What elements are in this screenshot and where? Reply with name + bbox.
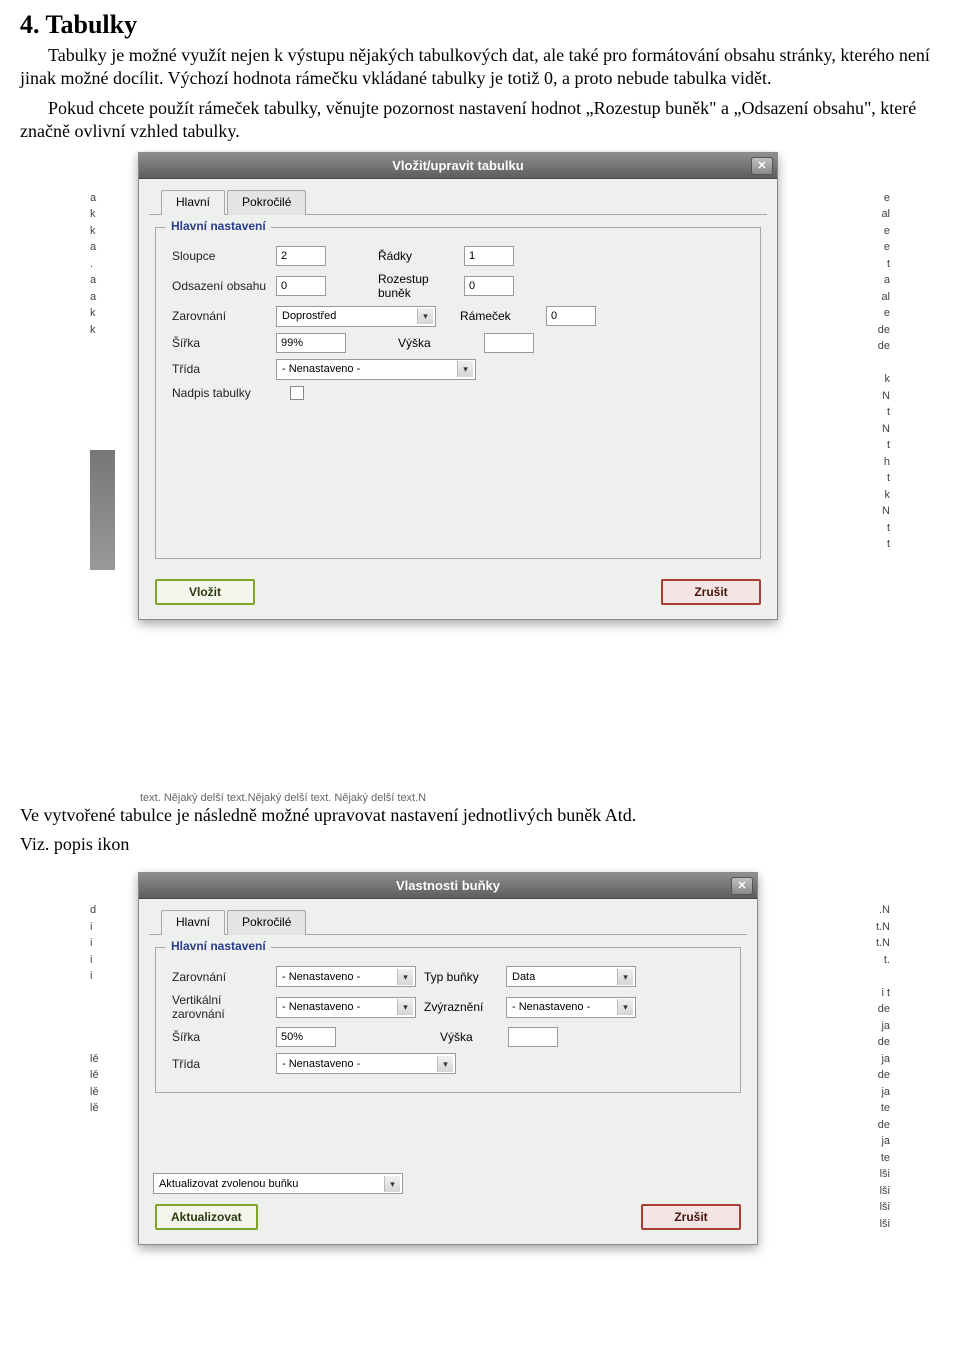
chevron-down-icon: ▾ — [397, 999, 413, 1015]
dialog-button-row: Vložit Zrušit — [139, 569, 777, 619]
padding-input[interactable] — [276, 276, 326, 296]
dialog-tabs-2: Hlavní Pokročilé — [149, 899, 747, 935]
height-input[interactable] — [484, 333, 534, 353]
valign-value: - Nenastaveno - — [282, 1001, 360, 1013]
cell-class-label: Třída — [172, 1057, 268, 1071]
border-label: Rámeček — [460, 309, 538, 323]
insert-button[interactable]: Vložit — [155, 579, 255, 605]
tab-main-2[interactable]: Hlavní — [161, 910, 225, 935]
cell-class-select[interactable]: - Nenastaveno - ▾ — [276, 1053, 456, 1074]
highlight-value: - Nenastaveno - — [512, 1001, 590, 1013]
paragraph-2: Pokud chcete použít rámeček tabulky, věn… — [20, 97, 940, 144]
bg-left-fragments: a k k a . a a k k — [90, 190, 115, 487]
align-label: Zarovnání — [172, 309, 268, 323]
chevron-down-icon: ▾ — [384, 1176, 400, 1192]
fieldset-legend-2: Hlavní nastavení — [166, 939, 271, 953]
main-settings-fieldset: Hlavní nastavení Sloupce Řádky Odsazení … — [155, 227, 761, 559]
screenshot-area-2: d i i i i lě lě lě lě .N t.N t.N t. i t … — [90, 862, 890, 1292]
width-input[interactable] — [276, 333, 346, 353]
chevron-down-icon: ▾ — [397, 969, 413, 985]
chevron-down-icon: ▾ — [617, 999, 633, 1015]
cell-align-value: - Nenastaveno - — [282, 971, 360, 983]
update-button[interactable]: Aktualizovat — [155, 1204, 258, 1230]
valign-label: Vertikální zarovnání — [172, 993, 268, 1021]
dialog-titlebar-2: Vlastnosti buňky ✕ — [139, 873, 757, 899]
background-bottom-text: text. Nějaký delší text.Nějaký delší tex… — [20, 790, 940, 804]
cell-type-label: Typ buňky — [424, 970, 498, 984]
cell-type-value: Data — [512, 971, 535, 983]
cols-label: Sloupce — [172, 249, 268, 263]
caption-label: Nadpis tabulky — [172, 386, 282, 400]
dialog-titlebar: Vložit/upravit tabulku ✕ — [139, 153, 777, 179]
insert-table-dialog: Vložit/upravit tabulku ✕ Hlavní Pokročil… — [138, 152, 778, 620]
cancel-button[interactable]: Zrušit — [661, 579, 761, 605]
align-select[interactable]: Doprostřed ▾ — [276, 306, 436, 327]
paragraph-between-2: Viz. popis ikon — [20, 833, 940, 856]
chevron-down-icon: ▾ — [417, 308, 433, 324]
dialog-title-2: Vlastnosti buňky — [396, 878, 500, 893]
cell-height-label: Výška — [440, 1030, 500, 1044]
valign-select[interactable]: - Nenastaveno - ▾ — [276, 997, 416, 1018]
chevron-down-icon: ▾ — [437, 1056, 453, 1072]
highlight-label: Zvýraznění — [424, 1000, 498, 1014]
cancel-button-2[interactable]: Zrušit — [641, 1204, 741, 1230]
update-scope-value: Aktualizovat zvolenou buňku — [159, 1178, 298, 1190]
padding-label: Odsazení obsahu — [172, 279, 268, 293]
cell-type-select[interactable]: Data ▾ — [506, 966, 636, 987]
class-label: Třída — [172, 362, 268, 376]
update-scope-select[interactable]: Aktualizovat zvolenou buňku ▾ — [153, 1173, 403, 1194]
rows-label: Řádky — [378, 249, 456, 263]
cell-width-input[interactable] — [276, 1027, 336, 1047]
cell-align-label: Zarovnání — [172, 970, 268, 984]
cell-properties-dialog: Vlastnosti buňky ✕ Hlavní Pokročilé Hlav… — [138, 872, 758, 1245]
rows-input[interactable] — [464, 246, 514, 266]
bg-left-fragments-2: d i i i i lě lě lě lě — [90, 902, 115, 1117]
align-value: Doprostřed — [282, 310, 336, 322]
close-icon[interactable]: ✕ — [751, 157, 773, 175]
highlight-select[interactable]: - Nenastaveno - ▾ — [506, 997, 636, 1018]
border-input[interactable] — [546, 306, 596, 326]
width-label: Šířka — [172, 336, 268, 350]
cell-align-select[interactable]: - Nenastaveno - ▾ — [276, 966, 416, 987]
cell-width-label: Šířka — [172, 1030, 268, 1044]
class-value: - Nenastaveno - — [282, 363, 360, 375]
close-icon[interactable]: ✕ — [731, 877, 753, 895]
tab-advanced-2[interactable]: Pokročilé — [227, 910, 306, 935]
screenshot-area-1: a k k a . a a k k e al e e t a al e de d… — [90, 150, 890, 790]
bg-right-fragments: e al e e t a al e de de k N t N t h t k … — [865, 190, 890, 553]
cell-height-input[interactable] — [508, 1027, 558, 1047]
spacing-input[interactable] — [464, 276, 514, 296]
height-label: Výška — [398, 336, 476, 350]
dialog-button-row-2: Aktualizovat Zrušit — [139, 1194, 757, 1244]
fieldset-legend: Hlavní nastavení — [166, 219, 271, 233]
chevron-down-icon: ▾ — [617, 969, 633, 985]
paragraph-1: Tabulky je možné využít nejen k výstupu … — [20, 44, 940, 91]
spacing-label: Rozestup buněk — [378, 272, 456, 300]
tab-advanced[interactable]: Pokročilé — [227, 190, 306, 215]
cell-main-settings-fieldset: Hlavní nastavení Zarovnání - Nenastaveno… — [155, 947, 741, 1093]
bg-right-fragments-2: .N t.N t.N t. i t de ja de ja de ja te d… — [865, 902, 890, 1232]
class-select[interactable]: - Nenastaveno - ▾ — [276, 359, 476, 380]
chevron-down-icon: ▾ — [457, 361, 473, 377]
dialog-title: Vložit/upravit tabulku — [392, 158, 523, 173]
tab-main[interactable]: Hlavní — [161, 190, 225, 215]
bg-strip — [90, 450, 115, 570]
dialog-tabs: Hlavní Pokročilé — [149, 179, 767, 215]
section-heading: 4. Tabulky — [20, 10, 940, 40]
cols-input[interactable] — [276, 246, 326, 266]
cell-class-value: - Nenastaveno - — [282, 1058, 360, 1070]
paragraph-between-1: Ve vytvořené tabulce je následně možné u… — [20, 804, 940, 827]
caption-checkbox[interactable] — [290, 386, 304, 400]
